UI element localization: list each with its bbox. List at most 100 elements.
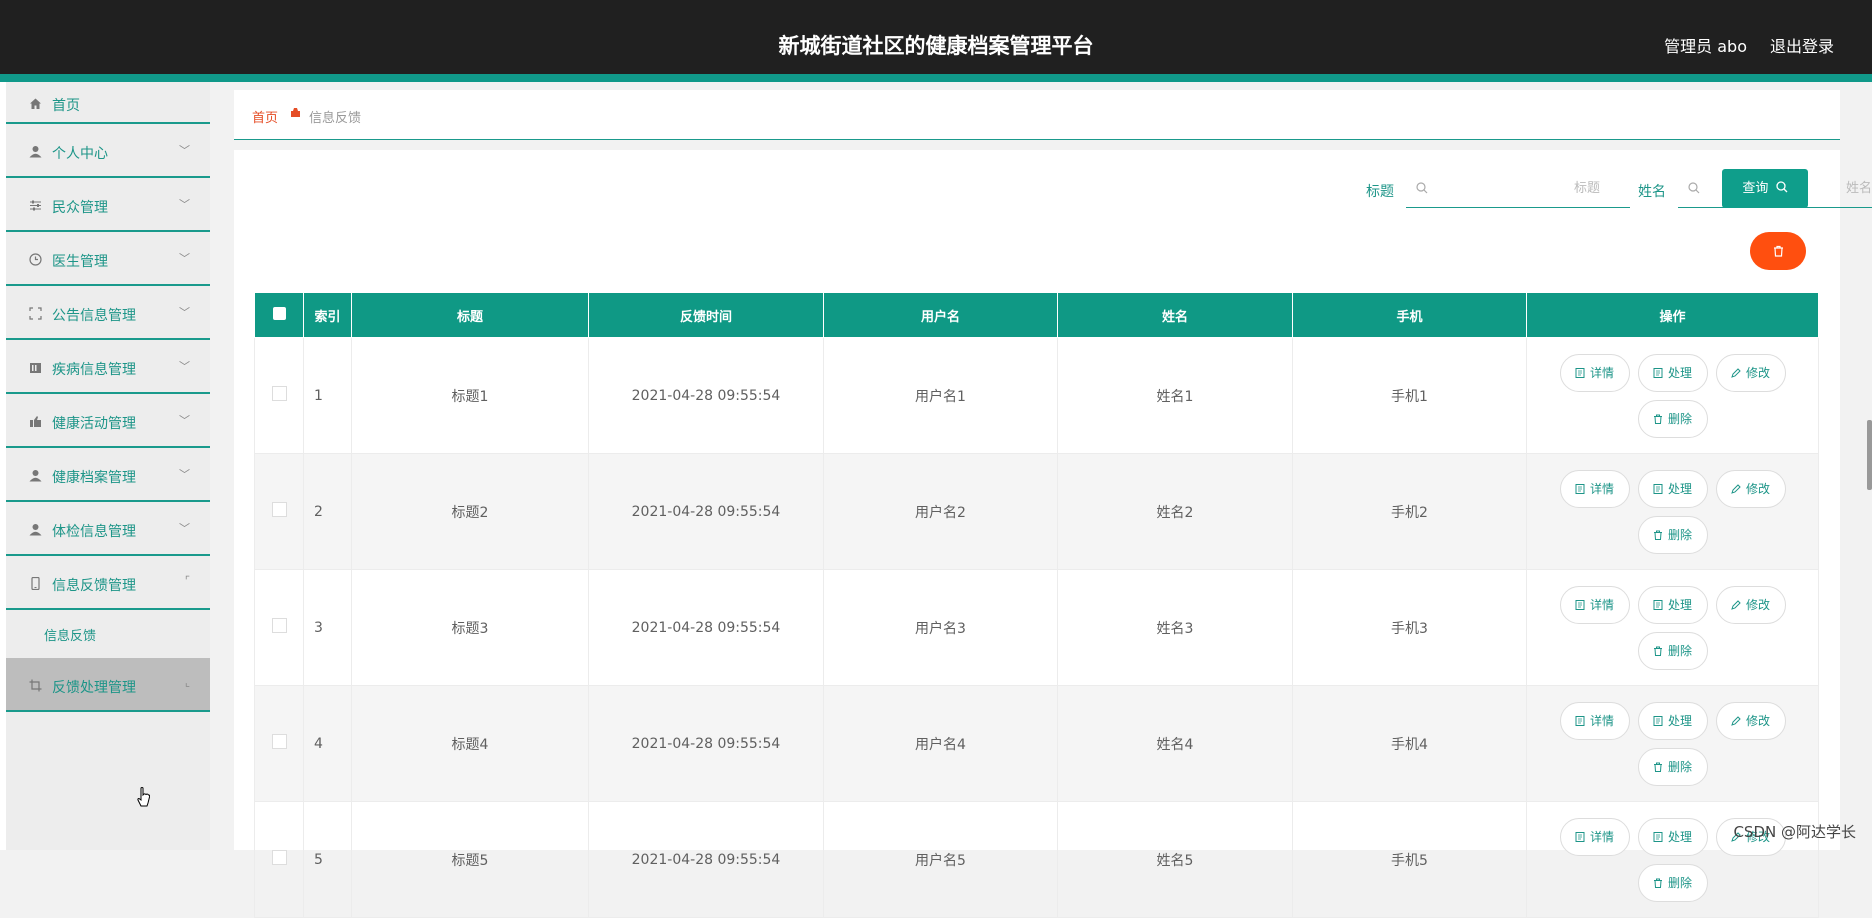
detail-button[interactable]: 详情 [1559, 585, 1630, 624]
row-select-cell[interactable] [254, 569, 304, 686]
crop-icon [28, 678, 42, 692]
actions-cell: 详情 处理 修改删除 [1526, 685, 1819, 802]
name-cell: 姓名3 [1057, 569, 1293, 686]
breadcrumb-home-link[interactable]: 首页 [252, 107, 278, 126]
row-checkbox[interactable] [271, 502, 287, 517]
edit-button[interactable]: 修改 [1715, 585, 1786, 624]
edit-button[interactable]: 修改 [1715, 353, 1786, 392]
sidebar-item-checkup-management[interactable]: 体检信息管理 ﹀ [6, 502, 210, 556]
scrollbar[interactable] [1867, 420, 1872, 490]
index-cell: 1 [303, 337, 352, 454]
time-cell: 2021-04-28 09:55:54 [588, 453, 824, 570]
sidebar-item-notice-management[interactable]: 公告信息管理 ﹀ [6, 286, 210, 340]
index-cell: 3 [303, 569, 352, 686]
column-header: 标题 [351, 292, 589, 338]
select-all-cell[interactable] [254, 292, 304, 338]
detail-label: 详情 [1589, 714, 1614, 728]
actions-cell: 详情 处理 修改 删除 [1526, 569, 1819, 686]
query-button[interactable]: 查询 [1722, 169, 1808, 208]
document-icon [1653, 831, 1663, 842]
row-checkbox[interactable] [271, 850, 287, 865]
phone-cell: 手机4 [1292, 685, 1527, 802]
breadcrumb: 首页 信息反馈 [234, 90, 1840, 140]
top-header: 新城街道社区的健康档案管理平台 管理员 abo 退出登录 [0, 0, 1872, 82]
phone-cell: 手机2 [1292, 453, 1527, 570]
process-label: 处理 [1667, 714, 1692, 728]
search-icon [1775, 181, 1788, 193]
select-all-checkbox[interactable] [272, 306, 286, 320]
process-button[interactable]: 处理 [1637, 469, 1708, 508]
chevron-down-icon: ﹀ [179, 522, 190, 535]
detail-label: 详情 [1589, 830, 1614, 844]
process-button[interactable]: 处理 [1637, 353, 1708, 392]
title-cell: 标题1 [351, 337, 589, 454]
table-row: 3 标题3 2021-04-28 09:55:54 用户名3 姓名3 手机3 详情 处理 修改删… [254, 569, 1819, 686]
delete-label: 删除 [1667, 412, 1692, 426]
submenu-item-label: 信息反馈 [44, 629, 97, 644]
feedback-table: 索引 标题 反馈时间 用户名 姓名 手机 操作 1 标题1 2021-04-28 0… [254, 292, 1819, 918]
process-button[interactable]: 处理 [1637, 585, 1708, 624]
document-icon [1575, 715, 1585, 726]
edit-icon [1731, 715, 1741, 726]
row-checkbox[interactable] [271, 618, 287, 633]
edit-icon [1731, 599, 1741, 610]
sidebar-item-activity-management[interactable]: 健康活动管理 ﹀ [6, 394, 210, 448]
sidebar-item-disease-management[interactable]: 疾病信息管理 ﹀ [6, 340, 210, 394]
actions-cell: 详情 处理 修改删除 [1526, 337, 1819, 454]
sidebar-item-label: 疾病信息管理 [52, 362, 136, 378]
row-checkbox[interactable] [271, 734, 287, 749]
sidebar-item-personal-center[interactable]: 个人中心 ﹀ [6, 124, 210, 178]
process-button[interactable]: 处理 [1637, 701, 1708, 740]
chevron-down-icon: ﹀ [179, 144, 190, 157]
detail-button[interactable]: 详情 [1559, 353, 1630, 392]
actions-cell: 详情 处理 修改 删除 [1526, 801, 1819, 918]
building-icon [28, 360, 42, 374]
delete-button[interactable]: 删除 [1637, 747, 1708, 786]
row-checkbox[interactable] [271, 386, 287, 401]
delete-button[interactable]: 删除 [1637, 515, 1708, 554]
breadcrumb-current: 信息反馈 [309, 111, 362, 126]
sidebar-item-label: 民众管理 [52, 200, 108, 216]
current-user: 管理员 abo [1664, 37, 1747, 56]
document-icon [1575, 831, 1585, 842]
document-icon [1653, 367, 1663, 378]
detail-label: 详情 [1589, 482, 1614, 496]
user-icon [28, 144, 42, 158]
edit-button[interactable]: 修改 [1715, 469, 1786, 508]
sidebar-item-health-records[interactable]: 健康档案管理 ﹀ [6, 448, 210, 502]
table-header-row: 索引 标题 反馈时间 用户名 姓名 手机 操作 [254, 292, 1819, 338]
submenu-item-feedback[interactable]: 信息反馈 [6, 610, 210, 658]
row-select-cell[interactable] [254, 801, 304, 918]
search-icon [1688, 182, 1700, 198]
sidebar-item-doctor-management[interactable]: 医生管理 ﹀ [6, 232, 210, 286]
chevron-down-icon: ﹀ [179, 306, 190, 319]
sidebar-item-public-management[interactable]: 民众管理 ﹀ [6, 178, 210, 232]
edit-icon [1731, 483, 1741, 494]
time-cell: 2021-04-28 09:55:54 [588, 569, 824, 686]
detail-button[interactable]: 详情 [1559, 701, 1630, 740]
sidebar-item-label: 反馈处理管理 [52, 680, 136, 696]
table-row: 5 标题5 2021-04-28 09:55:54 用户名5 姓名5 手机5 详情 处理 修改删… [254, 801, 1819, 918]
sidebar-item-feedback-processing[interactable]: 反馈处理管理 ⌞ [6, 658, 210, 712]
sidebar: 首页 个人中心 ﹀ 民众管理 ﹀ 医生管理 ﹀ 公告信息管理 ﹀ 疾病信息管理 … [6, 82, 210, 850]
batch-delete-button[interactable] [1750, 232, 1806, 270]
row-select-cell[interactable] [254, 337, 304, 454]
delete-button[interactable]: 删除 [1637, 863, 1708, 902]
detail-button[interactable]: 详情 [1559, 469, 1630, 508]
title-search-input[interactable] [1440, 180, 1602, 197]
document-icon [1653, 483, 1663, 494]
sidebar-item-label: 健康活动管理 [52, 416, 136, 432]
row-select-cell[interactable] [254, 453, 304, 570]
delete-button[interactable]: 删除 [1637, 631, 1708, 670]
column-header: 索引 [303, 292, 352, 338]
sidebar-item-label: 健康档案管理 [52, 470, 136, 486]
delete-label: 删除 [1667, 760, 1692, 774]
row-select-cell[interactable] [254, 685, 304, 802]
sidebar-item-feedback-management[interactable]: 信息反馈管理 ⌜ [6, 556, 210, 610]
sidebar-item-home[interactable]: 首页 [6, 82, 210, 124]
time-cell: 2021-04-28 09:55:54 [588, 337, 824, 454]
edit-button[interactable]: 修改 [1715, 701, 1786, 740]
delete-button[interactable]: 删除 [1637, 399, 1708, 438]
logout-link[interactable]: 退出登录 [1770, 33, 1834, 57]
name-cell: 姓名2 [1057, 453, 1293, 570]
